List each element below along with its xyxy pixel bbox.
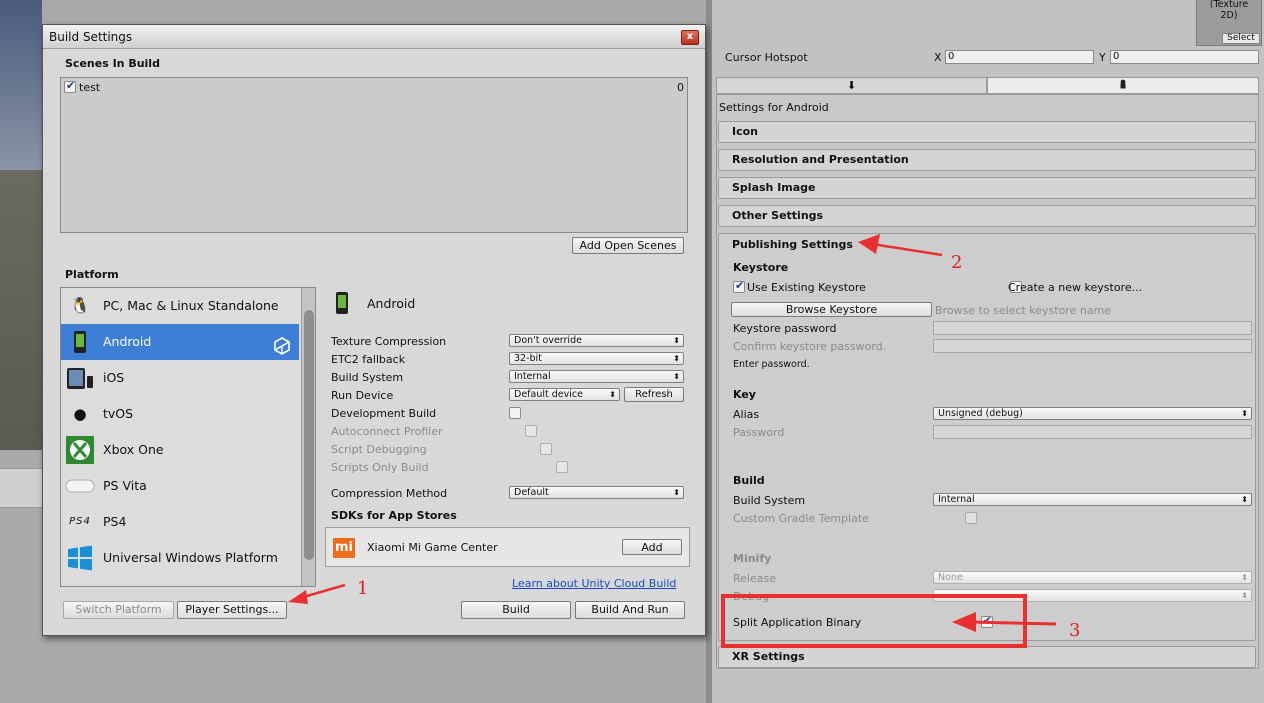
annotation-number-3: 3 xyxy=(1069,620,1081,641)
annotation-number-2: 2 xyxy=(951,252,963,273)
annotation-arrows xyxy=(288,234,1057,632)
arrow-3 xyxy=(952,612,1057,632)
annotation-number-1: 1 xyxy=(357,578,369,599)
arrow-2 xyxy=(858,234,943,257)
arrow-1 xyxy=(288,583,346,604)
